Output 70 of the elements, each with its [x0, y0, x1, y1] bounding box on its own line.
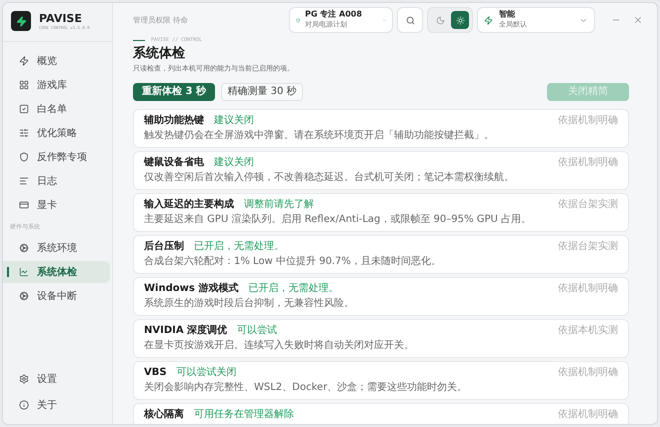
sidebar-item[interactable]: 白名单: [3, 98, 110, 120]
check-description: 关闭会影响内存完整性、WSL2、Docker、沙盒；需要这些功能时勿关。: [144, 380, 468, 394]
check-button[interactable]: 重新体检 3 秒: [133, 82, 215, 100]
check-description: 仅改善空闲后首次输入停顿，不改善稳态延迟。台式机可关闭；笔记本需权衡续航。: [144, 170, 515, 184]
theme-option[interactable]: [451, 11, 469, 29]
page-title: 系统体检: [133, 44, 186, 62]
sidebar-item[interactable]: 优化策略: [3, 122, 110, 144]
check-description: 系统原生的游戏时段后台抑制，无兼容性风险。: [144, 296, 355, 310]
check-title: 后台压制: [144, 240, 184, 254]
check-description: 合成台架六轮配对：1% Low 中位提升 90.7%，且未随时间恶化。: [144, 254, 442, 268]
app-name: PAVISE: [39, 12, 83, 24]
gear-icon: [19, 291, 29, 301]
check-title: VBS: [144, 366, 167, 380]
check-source: 依据本机实测: [558, 324, 618, 338]
check-title: 辅助功能热键: [144, 114, 204, 128]
sun-icon: [456, 16, 464, 24]
sidebar-item[interactable]: 关于: [3, 394, 112, 416]
search-button[interactable]: [397, 7, 423, 33]
check-tag: 调整前请先了解: [244, 198, 314, 212]
sidebar-item[interactable]: 显卡: [3, 194, 110, 216]
sidebar-item[interactable]: 概览: [3, 50, 110, 72]
sidebar-item[interactable]: 系统体检: [3, 261, 110, 283]
check-source: 依据台架实测: [558, 240, 618, 254]
check-title: NVIDIA 深度调优: [144, 324, 228, 338]
check-tag: 已开启，无需处理。: [194, 240, 284, 254]
check-description: 触发热键仍会在全屏游戏中弹窗。请在系统环境页开启「辅助功能按键拦截」。: [144, 128, 495, 142]
grid-icon: [19, 80, 29, 90]
active-indicator: [7, 267, 9, 277]
check-source: 依据机制明确: [558, 408, 618, 422]
check-source: 依据机制明确: [558, 282, 618, 296]
check-source: 依据台架实测: [558, 198, 618, 212]
shield-icon: [296, 16, 300, 24]
sidebar-item[interactable]: 反作弊专项: [3, 146, 110, 168]
shield-icon: [19, 152, 29, 162]
check-source: 依据机制明确: [558, 156, 618, 170]
check-title: 键鼠设备省电: [144, 156, 204, 170]
lines-icon: [19, 176, 29, 186]
sidebar-item[interactable]: 设备中断: [3, 285, 110, 307]
sidebar-item[interactable]: 设置: [3, 368, 112, 390]
sidebar-item[interactable]: 游戏库: [3, 74, 110, 96]
info-icon: [19, 400, 29, 410]
moon-icon: [436, 16, 444, 24]
check-title: Windows 游戏模式: [144, 282, 238, 296]
check-tag: 已开启，无需处理。: [248, 282, 338, 296]
check-tag: 建议关闭: [214, 156, 254, 170]
card-icon: [19, 200, 29, 210]
check-description: 在显卡页按游戏开启。连续写入失败时将自动关闭对应开关。: [144, 338, 415, 352]
close-icon: [633, 15, 643, 25]
checkbox-icon: [19, 104, 29, 114]
lightning-icon: [19, 56, 29, 66]
accent-line: [133, 40, 145, 42]
check-description: 主要延迟来自 GPU 渲染队列。启用 Reflex/Anti-Lag，或限帧至 90–95% GPU 占用。: [144, 212, 532, 226]
sidebar-item[interactable]: 日志: [3, 170, 110, 192]
sidebar-item[interactable]: 系统环境: [3, 237, 110, 259]
check-tag: 可用任务在管理器解除: [194, 408, 294, 422]
logo-icon: [11, 11, 31, 31]
sliders-icon: [19, 128, 29, 138]
check-title: 核心隔离: [144, 408, 184, 422]
check-source: 依据机制明确: [558, 114, 618, 128]
lightning-icon: [484, 16, 493, 24]
search-icon: [406, 16, 414, 24]
check-title: 输入延迟的主要构成: [144, 198, 234, 212]
chart-icon: [19, 267, 29, 277]
check-tag: 可以尝试: [237, 324, 278, 338]
check-tag: 建议关闭: [214, 114, 254, 128]
check-tag: 可以尝试关闭: [176, 366, 237, 380]
check-button[interactable]: 精确测量 30 秒: [221, 82, 303, 100]
check-source: 依据机制明确: [558, 366, 618, 380]
settings-icon: [19, 374, 29, 384]
gear-icon: [19, 243, 29, 253]
